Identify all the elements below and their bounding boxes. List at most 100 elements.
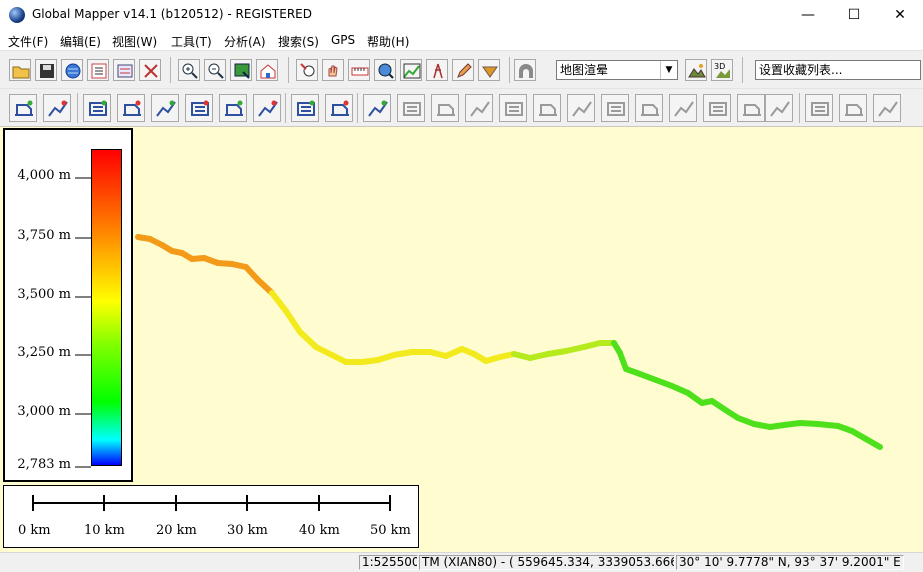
- path-profile-button[interactable]: [400, 59, 422, 81]
- save-button[interactable]: [35, 59, 57, 81]
- minimize-button[interactable]: —: [785, 0, 831, 30]
- create-contour-button[interactable]: [83, 94, 111, 122]
- select-points-button[interactable]: [291, 94, 319, 122]
- menu-gps[interactable]: GPS: [331, 33, 355, 47]
- profile-icon: [403, 63, 421, 79]
- menu-analysis[interactable]: 分析(A): [224, 33, 266, 50]
- title-bar: Global Mapper v14.1 (b120512) - REGISTER…: [0, 0, 923, 31]
- track-segment: [269, 290, 289, 314]
- feature-op-7-icon: [607, 102, 625, 116]
- feature-op-10-button[interactable]: [703, 94, 731, 122]
- feature-op-13-button[interactable]: [805, 94, 833, 122]
- toolbar-separator: [170, 57, 171, 83]
- pan-tool-button[interactable]: [322, 59, 344, 81]
- 3d-view-icon: 3D: [714, 62, 730, 78]
- create-area-button[interactable]: [9, 94, 37, 122]
- feature-op-1-icon: [403, 102, 421, 116]
- globe-icon: [9, 7, 25, 23]
- menu-file[interactable]: 文件(F): [8, 33, 48, 50]
- feature-op-12-icon: [770, 101, 790, 117]
- feature-op-2-button[interactable]: [431, 94, 459, 122]
- feature-op-12-button[interactable]: [765, 94, 793, 122]
- track-segment: [815, 421, 841, 429]
- feature-op-1-button[interactable]: [397, 94, 425, 122]
- shader-select[interactable]: 地图渲晕 ▼: [556, 60, 678, 80]
- chevron-down-icon[interactable]: ▼: [660, 61, 677, 79]
- zoom-in-button[interactable]: [178, 59, 200, 81]
- feature-op-9-button[interactable]: [669, 94, 697, 122]
- menu-help[interactable]: 帮助(H): [367, 33, 409, 50]
- 3d-view-button[interactable]: 3D: [711, 59, 733, 81]
- create-grid-icon: [258, 100, 278, 117]
- create-buffer-button[interactable]: [219, 94, 247, 122]
- feature-op-2-icon: [437, 104, 455, 116]
- feature-op-4-button[interactable]: [499, 94, 527, 122]
- toolbar-separator: [357, 93, 358, 123]
- create-line-icon: [48, 100, 68, 117]
- status-scale: 1:525500: [359, 555, 418, 570]
- terrain-icon: [688, 64, 706, 78]
- view-shed-button[interactable]: [426, 59, 448, 81]
- split-line-button[interactable]: [325, 94, 353, 122]
- feature-info-button[interactable]: [374, 59, 396, 81]
- menu-tools[interactable]: 工具(T): [171, 33, 212, 50]
- feature-op-4-icon: [505, 102, 523, 116]
- coordinate-code-icon: [191, 100, 209, 116]
- zoom-tool-button[interactable]: [296, 59, 318, 81]
- toolbar-separator: [285, 93, 286, 123]
- save-icon: [40, 64, 54, 78]
- close-button[interactable]: ✕: [877, 0, 923, 30]
- feature-op-8-button[interactable]: [635, 94, 663, 122]
- scale-label-20: 20 km: [156, 523, 197, 538]
- ruler-icon: [351, 67, 369, 76]
- feature-op-3-button[interactable]: [465, 94, 493, 122]
- feature-op-15-button[interactable]: [873, 94, 901, 122]
- status-bar: 1:525500 TM (XIAN80) - ( 559645.334, 333…: [0, 552, 923, 572]
- coordinate-code-button[interactable]: [185, 94, 213, 122]
- create-contour-icon: [89, 100, 107, 116]
- menu-search[interactable]: 搜索(S): [278, 33, 319, 50]
- overlay-control-button[interactable]: [87, 59, 109, 81]
- bookmark-select[interactable]: 设置收藏列表...: [755, 60, 921, 80]
- tools-icon: [144, 64, 158, 78]
- full-view-button[interactable]: [230, 59, 252, 81]
- menu-view[interactable]: 视图(W): [112, 33, 157, 50]
- feature-op-14-icon: [845, 104, 863, 116]
- digitize-path-button[interactable]: [363, 94, 391, 122]
- overlay-list-icon: [91, 63, 107, 79]
- edit-vertex-button[interactable]: [151, 94, 179, 122]
- config-button[interactable]: [113, 59, 135, 81]
- zoom-out-button[interactable]: [204, 59, 226, 81]
- hand-icon: [328, 65, 338, 77]
- feature-op-5-button[interactable]: [533, 94, 561, 122]
- select-points-icon: [297, 100, 315, 116]
- feature-op-14-button[interactable]: [839, 94, 867, 122]
- main-toolbar: 地图渲晕 ▼ 3D 设置收藏列表...: [0, 50, 923, 89]
- create-stream-icon: [123, 100, 141, 116]
- create-stream-button[interactable]: [117, 94, 145, 122]
- terrain-button[interactable]: [685, 59, 707, 81]
- tools-button[interactable]: [139, 59, 161, 81]
- 3d-path-button[interactable]: [478, 59, 500, 81]
- scale-label-30: 30 km: [227, 523, 268, 538]
- feature-op-5-icon: [539, 104, 557, 116]
- create-grid-button[interactable]: [253, 94, 281, 122]
- create-line-button[interactable]: [43, 94, 71, 122]
- toolbar-separator: [509, 57, 510, 83]
- tunnel-button[interactable]: [514, 59, 536, 81]
- draw-tool-button[interactable]: [452, 59, 474, 81]
- online-data-button[interactable]: [61, 59, 83, 81]
- menu-bar: 文件(F) 编辑(E) 视图(W) 工具(T) 分析(A) 搜索(S) GPS …: [0, 30, 923, 50]
- open-folder-button[interactable]: [9, 59, 31, 81]
- measure-tool-button[interactable]: [348, 59, 370, 81]
- feature-op-6-icon: [572, 101, 592, 117]
- svg-text:3D: 3D: [714, 62, 725, 71]
- maximize-button[interactable]: ☐: [831, 0, 877, 30]
- feature-op-7-button[interactable]: [601, 94, 629, 122]
- feature-op-11-button[interactable]: [737, 94, 765, 122]
- toolbar-separator: [799, 93, 800, 123]
- menu-edit[interactable]: 编辑(E): [60, 33, 101, 50]
- toolbar-separator: [77, 93, 78, 123]
- home-button[interactable]: [256, 59, 278, 81]
- feature-op-6-button[interactable]: [567, 94, 595, 122]
